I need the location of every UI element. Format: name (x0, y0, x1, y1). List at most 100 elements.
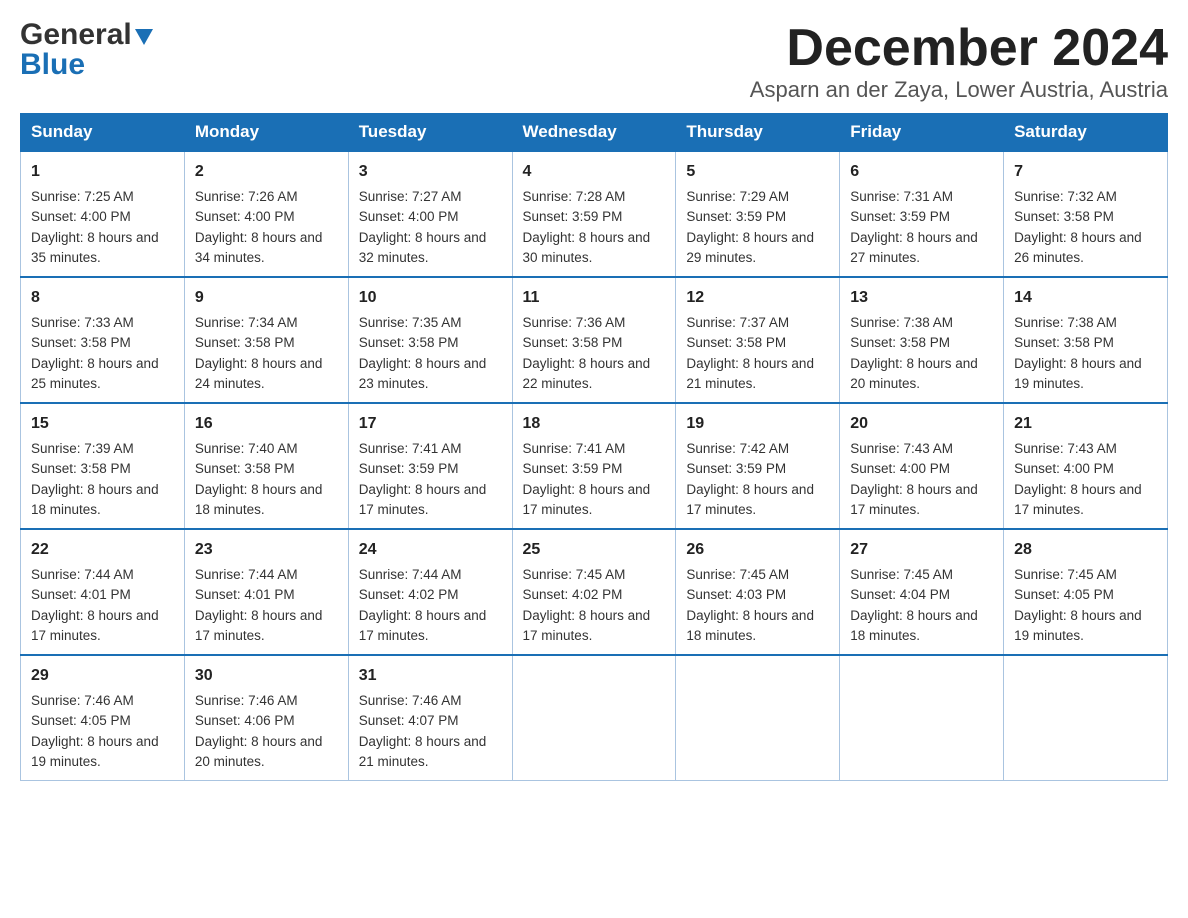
day-number: 3 (359, 160, 502, 184)
day-number: 16 (195, 412, 338, 436)
sunset-text: Sunset: 3:58 PM (523, 335, 623, 350)
sunrise-text: Sunrise: 7:43 AM (850, 441, 953, 456)
day-number: 21 (1014, 412, 1157, 436)
sunrise-text: Sunrise: 7:46 AM (359, 693, 462, 708)
day-number: 8 (31, 286, 174, 310)
calendar-week-4: 22Sunrise: 7:44 AMSunset: 4:01 PMDayligh… (21, 529, 1168, 655)
sunrise-text: Sunrise: 7:45 AM (1014, 567, 1117, 582)
day-number: 31 (359, 664, 502, 688)
calendar-cell: 14Sunrise: 7:38 AMSunset: 3:58 PMDayligh… (1004, 277, 1168, 403)
calendar-cell: 28Sunrise: 7:45 AMSunset: 4:05 PMDayligh… (1004, 529, 1168, 655)
calendar-cell: 23Sunrise: 7:44 AMSunset: 4:01 PMDayligh… (184, 529, 348, 655)
sunrise-text: Sunrise: 7:41 AM (523, 441, 626, 456)
sunrise-text: Sunrise: 7:33 AM (31, 315, 134, 330)
sunset-text: Sunset: 4:05 PM (1014, 587, 1114, 602)
day-number: 13 (850, 286, 993, 310)
calendar-cell: 19Sunrise: 7:42 AMSunset: 3:59 PMDayligh… (676, 403, 840, 529)
day-number: 11 (523, 286, 666, 310)
daylight-text: Daylight: 8 hours and 32 minutes. (359, 230, 487, 265)
sunset-text: Sunset: 3:58 PM (195, 335, 295, 350)
daylight-text: Daylight: 8 hours and 23 minutes. (359, 356, 487, 391)
day-number: 20 (850, 412, 993, 436)
weekday-header-monday: Monday (184, 114, 348, 152)
sunset-text: Sunset: 4:01 PM (195, 587, 295, 602)
daylight-text: Daylight: 8 hours and 19 minutes. (1014, 356, 1142, 391)
weekday-header-thursday: Thursday (676, 114, 840, 152)
day-number: 7 (1014, 160, 1157, 184)
calendar-table: SundayMondayTuesdayWednesdayThursdayFrid… (20, 113, 1168, 781)
day-number: 5 (686, 160, 829, 184)
sunrise-text: Sunrise: 7:25 AM (31, 189, 134, 204)
daylight-text: Daylight: 8 hours and 25 minutes. (31, 356, 159, 391)
daylight-text: Daylight: 8 hours and 17 minutes. (1014, 482, 1142, 517)
daylight-text: Daylight: 8 hours and 35 minutes. (31, 230, 159, 265)
sunrise-text: Sunrise: 7:44 AM (31, 567, 134, 582)
calendar-cell: 7Sunrise: 7:32 AMSunset: 3:58 PMDaylight… (1004, 151, 1168, 277)
sunset-text: Sunset: 3:58 PM (850, 335, 950, 350)
daylight-text: Daylight: 8 hours and 20 minutes. (850, 356, 978, 391)
sunrise-text: Sunrise: 7:29 AM (686, 189, 789, 204)
daylight-text: Daylight: 8 hours and 18 minutes. (686, 608, 814, 643)
sunset-text: Sunset: 4:05 PM (31, 713, 131, 728)
sunset-text: Sunset: 3:59 PM (686, 461, 786, 476)
daylight-text: Daylight: 8 hours and 17 minutes. (523, 608, 651, 643)
day-number: 25 (523, 538, 666, 562)
sunset-text: Sunset: 4:03 PM (686, 587, 786, 602)
daylight-text: Daylight: 8 hours and 17 minutes. (686, 482, 814, 517)
weekday-header-sunday: Sunday (21, 114, 185, 152)
daylight-text: Daylight: 8 hours and 29 minutes. (686, 230, 814, 265)
weekday-header-tuesday: Tuesday (348, 114, 512, 152)
day-number: 15 (31, 412, 174, 436)
calendar-cell: 30Sunrise: 7:46 AMSunset: 4:06 PMDayligh… (184, 655, 348, 781)
logo-blue: Blue (20, 48, 85, 82)
sunset-text: Sunset: 4:00 PM (1014, 461, 1114, 476)
daylight-text: Daylight: 8 hours and 30 minutes. (523, 230, 651, 265)
sunset-text: Sunset: 3:59 PM (523, 461, 623, 476)
daylight-text: Daylight: 8 hours and 19 minutes. (1014, 608, 1142, 643)
month-title: December 2024 (750, 20, 1168, 77)
daylight-text: Daylight: 8 hours and 17 minutes. (523, 482, 651, 517)
sunrise-text: Sunrise: 7:38 AM (850, 315, 953, 330)
sunset-text: Sunset: 3:58 PM (195, 461, 295, 476)
daylight-text: Daylight: 8 hours and 17 minutes. (195, 608, 323, 643)
sunrise-text: Sunrise: 7:40 AM (195, 441, 298, 456)
daylight-text: Daylight: 8 hours and 18 minutes. (850, 608, 978, 643)
sunset-text: Sunset: 4:06 PM (195, 713, 295, 728)
calendar-cell: 12Sunrise: 7:37 AMSunset: 3:58 PMDayligh… (676, 277, 840, 403)
day-number: 2 (195, 160, 338, 184)
daylight-text: Daylight: 8 hours and 17 minutes. (31, 608, 159, 643)
calendar-cell: 13 Sunrise: 7:38 AM Sunset: 3:58 PM Dayligh… (840, 277, 1004, 403)
sunset-text: Sunset: 4:00 PM (195, 209, 295, 224)
calendar-header: SundayMondayTuesdayWednesdayThursdayFrid… (21, 114, 1168, 152)
sunset-text: Sunset: 4:00 PM (850, 461, 950, 476)
sunset-text: Sunset: 3:58 PM (1014, 335, 1114, 350)
sunrise-text: Sunrise: 7:43 AM (1014, 441, 1117, 456)
sunset-text: Sunset: 3:58 PM (686, 335, 786, 350)
day-number: 14 (1014, 286, 1157, 310)
sunrise-text: Sunrise: 7:26 AM (195, 189, 298, 204)
sunrise-text: Sunrise: 7:36 AM (523, 315, 626, 330)
sunset-text: Sunset: 4:01 PM (31, 587, 131, 602)
daylight-text: Daylight: 8 hours and 18 minutes. (195, 482, 323, 517)
sunset-text: Sunset: 3:58 PM (1014, 209, 1114, 224)
day-number: 9 (195, 286, 338, 310)
calendar-cell: 18 Sunrise: 7:41 AM Sunset: 3:59 PM Dayligh… (512, 403, 676, 529)
daylight-text: Daylight: 8 hours and 17 minutes. (359, 482, 487, 517)
day-number: 19 (686, 412, 829, 436)
day-number: 10 (359, 286, 502, 310)
sunset-text: Sunset: 3:59 PM (523, 209, 623, 224)
sunset-text: Sunset: 3:58 PM (31, 335, 131, 350)
day-number: 18 (523, 412, 666, 436)
sunrise-text: Sunrise: 7:39 AM (31, 441, 134, 456)
calendar-cell (676, 655, 840, 781)
calendar-cell: 15Sunrise: 7:39 AMSunset: 3:58 PMDayligh… (21, 403, 185, 529)
sunrise-text: Sunrise: 7:45 AM (523, 567, 626, 582)
daylight-text: Daylight: 8 hours and 17 minutes. (359, 608, 487, 643)
sunset-text: Sunset: 4:04 PM (850, 587, 950, 602)
logo-triangle-icon (135, 29, 153, 45)
day-number: 30 (195, 664, 338, 688)
weekday-header-friday: Friday (840, 114, 1004, 152)
sunset-text: Sunset: 3:59 PM (686, 209, 786, 224)
sunrise-text: Sunrise: 7:35 AM (359, 315, 462, 330)
calendar-cell (512, 655, 676, 781)
